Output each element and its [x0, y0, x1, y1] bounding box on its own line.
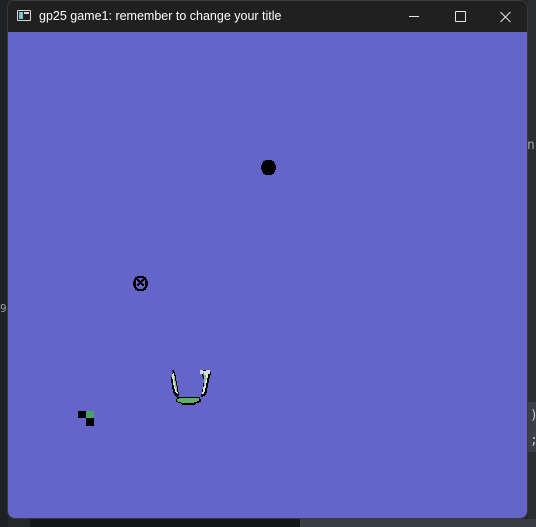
- game-canvas[interactable]: [8, 32, 527, 518]
- minimize-button[interactable]: [391, 1, 437, 32]
- black-ball-sprite: [261, 160, 276, 175]
- background-taskbar-segment: [300, 519, 536, 527]
- background-text-fragment: 9: [0, 302, 7, 315]
- close-icon: [500, 11, 512, 23]
- background-text-fragment: ;: [530, 434, 536, 447]
- player-crab-ship-sprite: [171, 370, 211, 405]
- background-taskbar-segment: [30, 519, 300, 527]
- app-window-icon: [17, 10, 31, 21]
- background-text-fragment: n: [527, 138, 535, 153]
- maximize-button[interactable]: [437, 1, 483, 32]
- maximize-icon: [454, 11, 466, 22]
- desktop: n 9 ) ; gp25 game1: remember to change y…: [0, 0, 536, 527]
- window-titlebar[interactable]: gp25 game1: remember to change your titl…: [8, 1, 527, 32]
- window-title: gp25 game1: remember to change your titl…: [39, 9, 282, 23]
- minimize-icon: [409, 16, 419, 17]
- background-text-fragment: ): [530, 409, 536, 422]
- small-pickup-sprite: [78, 411, 94, 426]
- close-button[interactable]: [483, 1, 527, 32]
- crossed-ball-sprite: [133, 276, 148, 291]
- game-window: gp25 game1: remember to change your titl…: [7, 0, 528, 519]
